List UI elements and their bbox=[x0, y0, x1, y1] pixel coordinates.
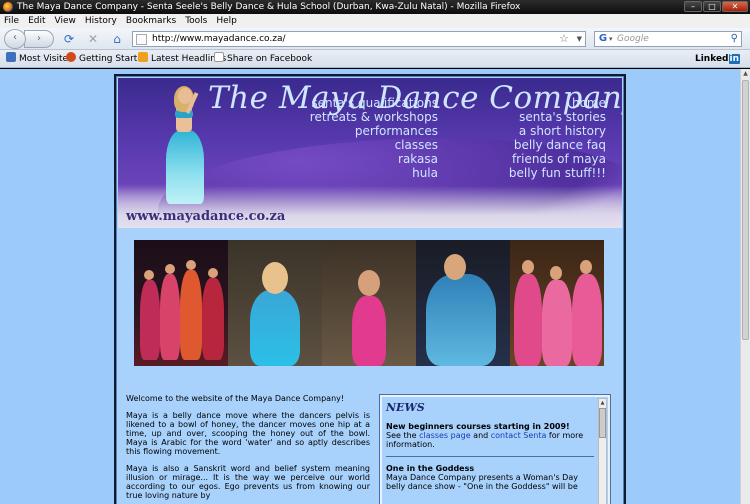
nav-link-friends[interactable]: friends of maya bbox=[486, 152, 606, 166]
nav-link-rakasa[interactable]: rakasa bbox=[308, 152, 438, 166]
news-panel[interactable]: NEWS New beginners courses starting in 2… bbox=[379, 394, 611, 504]
rss-icon bbox=[138, 52, 148, 62]
scroll-up-arrow-icon[interactable]: ▲ bbox=[741, 69, 750, 79]
stop-icon[interactable]: ✕ bbox=[86, 32, 100, 46]
news-scroll-thumb[interactable] bbox=[599, 408, 606, 438]
classes-page-link[interactable]: classes page bbox=[419, 431, 470, 440]
photo-troupe-red bbox=[134, 240, 228, 366]
search-engine-dropdown-icon[interactable]: ▾ bbox=[609, 33, 613, 45]
search-bar[interactable]: G ▾ Google ⚲ bbox=[594, 31, 742, 47]
menu-help[interactable]: Help bbox=[216, 16, 237, 26]
nav-menu-right: home senta's stories a short history bel… bbox=[486, 96, 606, 180]
nav-link-faq[interactable]: belly dance faq bbox=[486, 138, 606, 152]
close-button[interactable]: ✕ bbox=[722, 1, 748, 12]
firefox-icon bbox=[3, 2, 13, 12]
google-icon[interactable]: G bbox=[597, 33, 609, 45]
bookmark-star-icon[interactable]: ☆ bbox=[559, 32, 569, 46]
page-scroll-thumb[interactable] bbox=[742, 80, 749, 340]
menu-tools[interactable]: Tools bbox=[185, 16, 207, 26]
nav-link-fun-stuff[interactable]: belly fun stuff!!! bbox=[486, 166, 606, 180]
photo-strip bbox=[134, 240, 604, 366]
menu-file[interactable]: File bbox=[4, 16, 19, 26]
most-visited-icon bbox=[6, 52, 16, 62]
linkedin-button[interactable]: Linkedin bbox=[695, 50, 740, 68]
contact-senta-link[interactable]: contact Senta bbox=[491, 431, 547, 440]
search-icon[interactable]: ⚲ bbox=[731, 32, 738, 46]
bookmark-label: Share on Facebook bbox=[227, 54, 313, 64]
news-divider bbox=[386, 456, 594, 457]
site-banner: The Maya Dance Company senta's qualifica… bbox=[118, 78, 622, 228]
maya-paragraph-1: Maya is a belly dance move where the dan… bbox=[126, 411, 370, 456]
news-heading: NEWS bbox=[386, 401, 425, 414]
news-item-text: See the classes page and contact Senta f… bbox=[386, 431, 584, 449]
menu-edit[interactable]: Edit bbox=[28, 16, 45, 26]
photo-pink-dancer bbox=[322, 240, 416, 366]
news-item-title: One in the Goddess bbox=[386, 464, 475, 473]
home-icon[interactable]: ⌂ bbox=[110, 32, 124, 46]
maximize-button[interactable]: □ bbox=[703, 1, 721, 12]
bookmark-latest-headlines[interactable]: Latest Headlines bbox=[138, 50, 226, 68]
menu-history[interactable]: History bbox=[85, 16, 117, 26]
photo-group-pink bbox=[510, 240, 604, 366]
photo-blue-dancer bbox=[416, 240, 510, 366]
news-item-title: New beginners courses starting in 2009! bbox=[386, 422, 570, 431]
window-controls: – □ ✕ bbox=[684, 1, 748, 12]
menu-bar: File Edit View History Bookmarks Tools H… bbox=[0, 14, 750, 28]
window-title: The Maya Dance Company - Senta Seele's B… bbox=[17, 2, 521, 12]
welcome-text: Welcome to the website of the Maya Dance… bbox=[126, 394, 370, 504]
url-dropdown-icon[interactable]: ▼ bbox=[577, 32, 582, 46]
linkedin-text: Linked bbox=[694, 54, 729, 64]
menu-view[interactable]: View bbox=[55, 16, 76, 26]
nav-link-performances[interactable]: performances bbox=[308, 124, 438, 138]
news-item-text: Maya Dance Company presents a Woman's Da… bbox=[386, 473, 578, 491]
nav-link-history[interactable]: a short history bbox=[486, 124, 606, 138]
bookmark-getting-started[interactable]: Getting Started bbox=[66, 50, 149, 68]
menu-bookmarks[interactable]: Bookmarks bbox=[126, 16, 176, 26]
photo-blonde-dancer bbox=[228, 240, 322, 366]
nav-link-home[interactable]: home bbox=[486, 96, 606, 110]
site-url-label: www.mayadance.co.za bbox=[126, 209, 286, 224]
url-text: http://www.mayadance.co.za/ bbox=[152, 34, 286, 44]
welcome-heading: Welcome to the website of the Maya Dance… bbox=[126, 394, 345, 403]
dancer-illustration bbox=[164, 86, 212, 210]
page-scrollbar[interactable]: ▲ bbox=[740, 69, 750, 504]
url-bar[interactable]: http://www.mayadance.co.za/ ☆ ▼ bbox=[132, 31, 586, 47]
maya-paragraph-2: Maya is also a Sanskrit word and belief … bbox=[126, 464, 370, 500]
news-scrollbar[interactable]: ▲ bbox=[598, 398, 607, 504]
nav-link-classes[interactable]: classes bbox=[308, 138, 438, 152]
back-button[interactable]: ‹ bbox=[4, 29, 26, 49]
bookmark-most-visited[interactable]: Most Visited bbox=[6, 50, 74, 68]
page-viewport: The Maya Dance Company senta's qualifica… bbox=[0, 69, 740, 504]
bookmarks-toolbar: Most Visited Getting Started Latest Head… bbox=[0, 50, 750, 68]
nav-link-stories[interactable]: senta's stories bbox=[486, 110, 606, 124]
nav-menu-left: senta's qualifications retreats & worksh… bbox=[308, 96, 438, 180]
navigation-toolbar: › ‹ ⟳ ✕ ⌂ http://www.mayadance.co.za/ ☆ … bbox=[0, 28, 750, 50]
forward-button[interactable]: › bbox=[24, 30, 54, 48]
nav-link-hula[interactable]: hula bbox=[308, 166, 438, 180]
bookmark-share-facebook[interactable]: Share on Facebook bbox=[214, 50, 312, 68]
page-icon bbox=[214, 52, 224, 62]
page-container: The Maya Dance Company senta's qualifica… bbox=[114, 74, 626, 504]
scroll-up-arrow-icon[interactable]: ▲ bbox=[599, 399, 606, 407]
minimize-button[interactable]: – bbox=[684, 1, 702, 12]
linkedin-icon: in bbox=[728, 54, 740, 64]
firefox-bookmark-icon bbox=[66, 52, 76, 62]
window-titlebar: The Maya Dance Company - Senta Seele's B… bbox=[0, 0, 750, 14]
page-favicon bbox=[136, 34, 147, 45]
nav-link-qualifications[interactable]: senta's qualifications bbox=[308, 96, 438, 110]
reload-icon[interactable]: ⟳ bbox=[62, 32, 76, 46]
nav-link-retreats[interactable]: retreats & workshops bbox=[308, 110, 438, 124]
